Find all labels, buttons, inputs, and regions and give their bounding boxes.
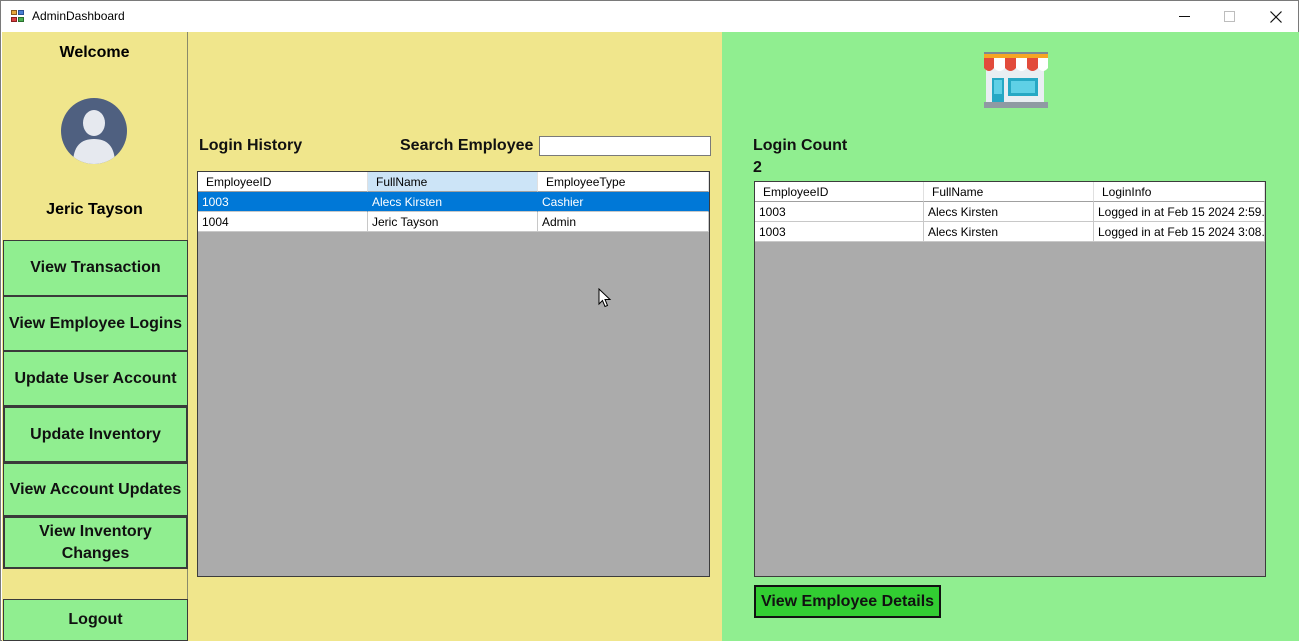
app-icon [11,10,25,23]
cell-fullname[interactable]: Alecs Kirsten [924,222,1094,242]
maximize-icon [1224,11,1235,22]
minimize-button[interactable] [1162,1,1207,32]
cell-employeeid[interactable]: 1004 [198,212,368,232]
login-count-grid[interactable]: EmployeeID FullName LoginInfo 1003 Alecs… [754,181,1266,577]
view-employee-logins-button[interactable]: View Employee Logins [3,296,188,351]
login-count-panel: Login Count 2 EmployeeID FullName LoginI… [722,32,1299,641]
update-user-account-button[interactable]: Update User Account [3,351,188,406]
view-transaction-button[interactable]: View Transaction [3,240,188,296]
login-count-value: 2 [753,159,762,176]
welcome-label: Welcome [59,44,130,61]
cell-employeetype[interactable]: Admin [538,212,709,232]
login-history-grid[interactable]: EmployeeID FullName EmployeeType 1003 Al… [197,171,710,577]
cell-employeetype[interactable]: Cashier [538,192,709,212]
column-header-employeetype[interactable]: EmployeeType [538,172,709,192]
login-history-title: Login History [199,137,303,154]
close-icon [1269,10,1282,23]
cell-employeeid[interactable]: 1003 [755,222,924,242]
cell-employeeid[interactable]: 1003 [198,192,368,212]
cell-fullname[interactable]: Alecs Kirsten [368,192,538,212]
table-row[interactable]: 1004 Jeric Tayson Admin [198,212,709,232]
column-header-fullname[interactable]: FullName [368,172,538,192]
grid-header-row: EmployeeID FullName LoginInfo [755,182,1265,202]
grid-header-row: EmployeeID FullName EmployeeType [198,172,709,192]
login-count-title: Login Count [753,137,848,154]
cell-fullname[interactable]: Alecs Kirsten [924,202,1094,222]
title-bar: AdminDashboard [1,1,1298,32]
table-row[interactable]: 1003 Alecs Kirsten Logged in at Feb 15 2… [755,222,1265,242]
store-icon [982,50,1050,110]
column-header-fullname[interactable]: FullName [924,182,1094,202]
table-row[interactable]: 1003 Alecs Kirsten Cashier [198,192,709,212]
view-account-updates-button[interactable]: View Account Updates [3,463,188,516]
user-avatar-icon [61,98,127,164]
cell-employeeid[interactable]: 1003 [755,202,924,222]
table-row[interactable]: 1003 Alecs Kirsten Logged in at Feb 15 2… [755,202,1265,222]
minimize-icon [1179,16,1190,17]
window-title: AdminDashboard [32,9,125,23]
login-history-panel: Login History Search Employee EmployeeID… [188,32,722,641]
view-employee-details-button[interactable]: View Employee Details [754,585,941,618]
user-name-label: Jeric Tayson [46,201,143,218]
search-employee-input[interactable] [539,136,711,156]
sidebar: Welcome Jeric Tayson View Transaction Vi… [2,32,188,641]
column-header-employeeid[interactable]: EmployeeID [755,182,924,202]
column-header-employeeid[interactable]: EmployeeID [198,172,368,192]
view-inventory-changes-button[interactable]: View Inventory Changes [3,516,188,569]
close-button[interactable] [1253,1,1298,32]
update-inventory-button[interactable]: Update Inventory [3,406,188,463]
maximize-button[interactable] [1207,1,1252,32]
cell-logininfo[interactable]: Logged in at Feb 15 2024 3:08... [1094,222,1265,242]
mouse-cursor-icon [598,288,612,308]
admin-dashboard-window: AdminDashboard Welcome Jeric Tayson View… [0,0,1299,641]
cell-logininfo[interactable]: Logged in at Feb 15 2024 2:59... [1094,202,1265,222]
logout-button[interactable]: Logout [3,599,188,641]
cell-fullname[interactable]: Jeric Tayson [368,212,538,232]
column-header-logininfo[interactable]: LoginInfo [1094,182,1265,202]
search-employee-label: Search Employee [400,137,534,154]
